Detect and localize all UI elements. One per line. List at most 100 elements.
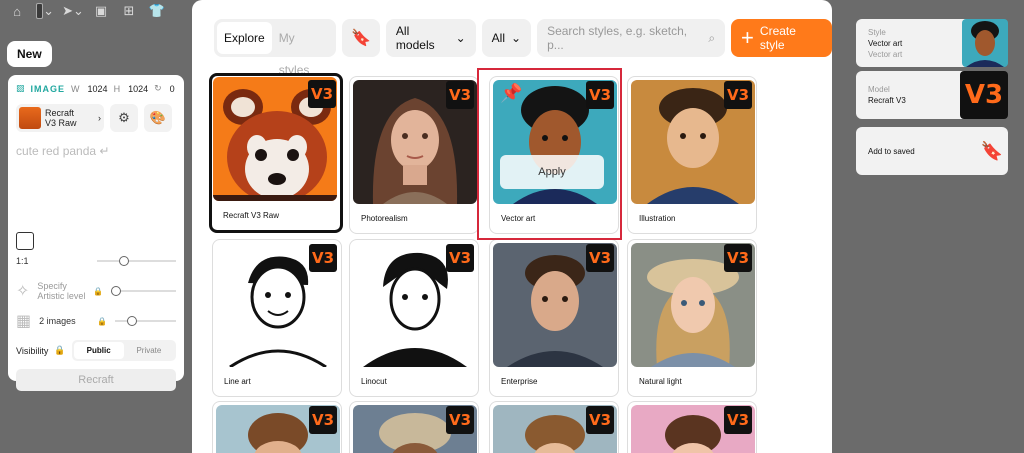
enter-icon: ↵ — [99, 144, 110, 158]
style-card-photorealism[interactable]: V3 Photorealism — [349, 76, 479, 234]
models-dropdown[interactable]: All models ⌄ — [385, 19, 476, 57]
add-to-saved-button[interactable]: Add to saved 🔖 — [856, 127, 1008, 175]
style-card-recraft-v3-raw[interactable]: V3 Recraft V3 Raw — [209, 73, 343, 233]
private-option[interactable]: Private — [124, 342, 174, 359]
style-label: Style — [868, 27, 886, 37]
v3-badge: V3 — [724, 81, 752, 109]
height-value[interactable]: 1024 — [128, 84, 148, 94]
style-card-row3-1[interactable]: V3 — [212, 401, 342, 453]
saved-filter-button[interactable]: 🔖 — [341, 19, 380, 57]
style-value: Vector art — [868, 38, 903, 48]
v3-badge: V3 — [586, 406, 614, 434]
chevron-down-icon: ⌄ — [511, 31, 522, 45]
create-style-button[interactable]: + Create style — [731, 19, 832, 57]
ratio-slider[interactable] — [96, 256, 176, 266]
create-style-label: Create style — [759, 24, 796, 52]
palette-button[interactable]: 🎨 — [144, 104, 172, 132]
style-card-natural-light[interactable]: V3 Natural light — [627, 239, 757, 397]
images-slider[interactable] — [115, 316, 176, 326]
v3-badge: V3 — [309, 406, 337, 434]
v3-badge: V3 — [446, 244, 474, 272]
style-info-panel: Style Vector art Vector art Model Recraf… — [856, 19, 1008, 179]
visibility-row: Visibility 🔒 Public Private — [16, 340, 176, 361]
crop-icon[interactable]: ⊞ — [120, 3, 138, 19]
artistic-slider[interactable] — [111, 286, 176, 296]
new-tooltip[interactable]: New — [7, 41, 52, 67]
image-tag: IMAGE — [30, 83, 66, 94]
model-label: Model — [868, 85, 890, 94]
all-dropdown-label: All — [491, 31, 506, 45]
artistic-line1: Specify — [37, 281, 67, 291]
selection-highlight — [477, 68, 622, 240]
styles-dialog: Explore My styles 🔖 All models ⌄ All ⌄ Sea… — [192, 0, 832, 453]
ratio-slider-row: 1:1 — [16, 246, 176, 276]
top-toolbar: ⌂ ⌄ ➤⌄ ▣ ⊞ 👕 — [0, 0, 190, 22]
ratio-label: 1:1 — [16, 256, 29, 266]
images-slider-knob[interactable] — [127, 316, 138, 326]
style-card-row3-4[interactable]: V3 — [627, 401, 757, 453]
style-card-enterprise[interactable]: V3 Enterprise — [489, 239, 619, 397]
public-option[interactable]: Public — [73, 342, 124, 359]
model-name-line2: V3 Raw — [45, 118, 77, 128]
models-dropdown-label: All models — [395, 24, 435, 52]
width-label: W — [71, 83, 80, 94]
search-placeholder: Search styles, e.g. sketch, p... — [547, 24, 688, 52]
images-count-row: ▦ 2 images 🔒 — [16, 306, 176, 336]
v3-badge: V3 — [446, 81, 474, 109]
style-card-illustration[interactable]: V3 Illustration — [627, 76, 757, 234]
lock-icon: 🔒 — [54, 345, 66, 355]
artistic-row: ✧ Specify Artistic level 🔒 — [16, 276, 176, 306]
home-icon[interactable]: ⌂ — [8, 3, 26, 19]
ratio-slider-knob[interactable] — [118, 256, 129, 266]
bookmark-icon: 🔖 — [350, 30, 371, 47]
chevron-right-icon: › — [98, 113, 101, 123]
height-label: H — [113, 83, 121, 94]
style-card-line-art[interactable]: V3 Line art — [212, 239, 342, 397]
style-name: Recraft V3 Raw — [223, 211, 280, 220]
sparkle-icon: ✧ — [16, 283, 30, 300]
tab-explore[interactable]: Explore — [217, 22, 272, 54]
image-type-icon: ▨ — [16, 83, 25, 93]
rotation-value[interactable]: 0 — [170, 84, 175, 94]
visibility-label: Visibility — [16, 345, 49, 356]
style-card-row3-2[interactable]: V3 — [349, 401, 479, 453]
settings-sliders-button[interactable]: ⚙ — [110, 104, 138, 132]
ratio-icon[interactable] — [16, 232, 34, 250]
search-icon: ⌕ — [708, 30, 716, 45]
image-size-row: ▨ IMAGE W 1024 H 1024 ↻ 0 — [16, 83, 176, 94]
style-name: Natural light — [639, 377, 682, 386]
selected-style-card[interactable]: Style Vector art Vector art — [856, 19, 1008, 67]
dialog-header: Explore My styles 🔖 All models ⌄ All ⌄ Sea… — [214, 19, 832, 77]
all-dropdown[interactable]: All ⌄ — [481, 19, 532, 57]
bookmark-icon: 🔖 — [980, 140, 1004, 161]
shirt-icon[interactable]: 👕 — [148, 3, 166, 19]
selected-model-card[interactable]: Model Recraft V3 V3 — [856, 71, 1008, 119]
recraft-button[interactable]: Recraft — [16, 369, 176, 391]
style-card-linocut[interactable]: V3 Linocut — [349, 239, 479, 397]
visibility-toggle: Public Private — [71, 340, 176, 361]
palette-icon: 🎨 — [149, 110, 167, 125]
model-selector[interactable]: Recraft V3 Raw › — [16, 104, 104, 132]
search-input[interactable]: Search styles, e.g. sketch, p... ⌕ — [537, 19, 726, 57]
image-icon[interactable]: ▣ — [92, 3, 110, 19]
prompt-input[interactable]: cute red panda ↵ — [16, 144, 176, 226]
tab-my-styles[interactable]: My styles — [272, 22, 333, 77]
style-name: Line art — [224, 377, 251, 386]
v3-badge: V3 — [724, 244, 752, 272]
user-avatar-icon[interactable]: ⌄ — [36, 3, 54, 19]
artistic-slider-knob[interactable] — [111, 286, 122, 296]
lock-icon: 🔒 — [97, 316, 108, 326]
style-card-row3-3[interactable]: V3 — [489, 401, 619, 453]
v3-badge: V3 — [724, 406, 752, 434]
images-count-label: 2 images — [39, 316, 76, 326]
v3-badge: V3 — [586, 244, 614, 272]
vector-boy-mini-image — [962, 19, 1008, 67]
artistic-line2: Artistic level — [37, 291, 86, 301]
width-value[interactable]: 1024 — [88, 84, 108, 94]
sliders-icon: ⚙ — [118, 110, 130, 125]
cursor-icon[interactable]: ➤⌄ — [62, 3, 84, 19]
prompt-text: cute red panda — [16, 144, 97, 158]
plus-icon: + — [741, 25, 754, 50]
model-name-line1: Recraft — [45, 108, 75, 118]
style-name: Photorealism — [361, 214, 408, 223]
